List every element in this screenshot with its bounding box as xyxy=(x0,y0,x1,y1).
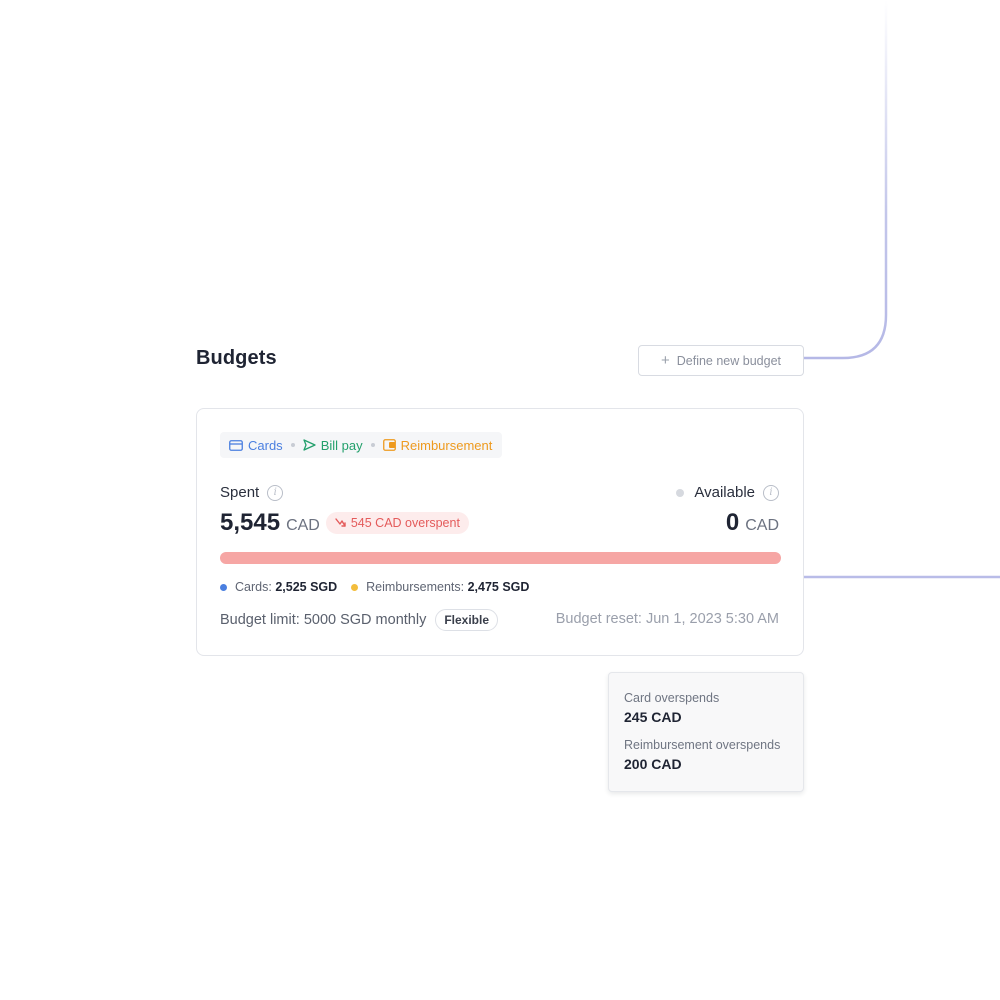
budget-tags: Cards Bill pay Reimbursement xyxy=(220,432,503,458)
stage: Budgets + Define new budget Cards Bill p… xyxy=(0,0,1000,1000)
tag-cards-label: Cards xyxy=(248,437,283,453)
card-overspends-value: 245 CAD xyxy=(624,709,682,725)
spent-currency: CAD xyxy=(286,517,320,534)
spent-label: Spent xyxy=(220,484,260,501)
tag-bill-pay-label: Bill pay xyxy=(320,437,363,453)
flexible-badge: Flexible xyxy=(435,609,499,631)
overspend-tooltip: Card overspends 245 CAD Reimbursement ov… xyxy=(608,672,804,792)
send-icon xyxy=(303,439,316,451)
tag-separator xyxy=(290,443,295,447)
breakdown-cards-value: 2,525 SGD xyxy=(275,580,338,594)
info-icon[interactable]: i xyxy=(763,484,779,501)
available-currency: CAD xyxy=(745,517,779,534)
wallet-icon xyxy=(382,439,396,451)
tag-separator xyxy=(370,443,375,447)
budget-limit: Budget limit: 5000 SGD monthly Flexible xyxy=(220,609,499,631)
cards-dot xyxy=(220,583,227,591)
info-icon[interactable]: i xyxy=(267,484,284,501)
breakdown-reimbursements-label: Reimbursements: xyxy=(366,580,465,594)
tag-cards: Cards xyxy=(229,438,283,453)
breakdown-cards-label: Cards: xyxy=(235,580,272,594)
breakdown-reimbursements: Reimbursements: 2,475 SGD xyxy=(351,580,529,594)
available-dot xyxy=(676,488,685,497)
budget-reset-text: Budget reset: Jun 1, 2023 5:30 AM xyxy=(555,611,779,627)
tag-reimbursement: Reimbursement xyxy=(382,437,493,453)
available-amount: 0 CAD xyxy=(726,509,779,537)
overspent-badge-label: 545 CAD overspent xyxy=(350,516,460,530)
define-new-budget-button[interactable]: + Define new budget xyxy=(638,345,804,376)
breakdown-cards: Cards: 2,525 SGD xyxy=(220,580,337,594)
spent-amount: 5,545 CAD 545 CAD overspent xyxy=(220,509,469,537)
reimbursements-dot xyxy=(351,583,359,591)
reimbursement-overspends-value: 200 CAD xyxy=(624,756,682,772)
overspent-badge[interactable]: 545 CAD overspent xyxy=(325,512,469,534)
define-new-budget-label: Define new budget xyxy=(676,353,781,368)
available-label: Available xyxy=(694,484,755,501)
plus-icon: + xyxy=(660,352,670,369)
budget-card[interactable]: Cards Bill pay Reimbursement Spent i Ava… xyxy=(196,408,804,656)
available-value: 0 xyxy=(725,509,740,536)
budget-limit-text: Budget limit: 5000 SGD monthly xyxy=(220,612,427,628)
spent-value: 5,545 xyxy=(220,509,281,536)
spend-breakdown: Cards: 2,525 SGD Reimbursements: 2,475 S… xyxy=(220,580,529,594)
connector-top-right xyxy=(804,0,888,360)
tag-reimbursement-label: Reimbursement xyxy=(400,437,493,453)
card-overspends-label: Card overspends xyxy=(624,691,720,705)
credit-card-icon xyxy=(229,439,243,451)
spent-label-row: Spent i xyxy=(220,484,284,501)
trend-arrow-icon xyxy=(335,518,346,527)
reimbursement-overspends-label: Reimbursement overspends xyxy=(624,738,781,752)
breakdown-reimbursements-value: 2,475 SGD xyxy=(467,580,530,594)
tag-bill-pay: Bill pay xyxy=(303,438,363,453)
budget-progress-bar xyxy=(220,552,781,564)
page-title: Budgets xyxy=(196,347,277,369)
available-label-row: Available i xyxy=(676,484,779,501)
